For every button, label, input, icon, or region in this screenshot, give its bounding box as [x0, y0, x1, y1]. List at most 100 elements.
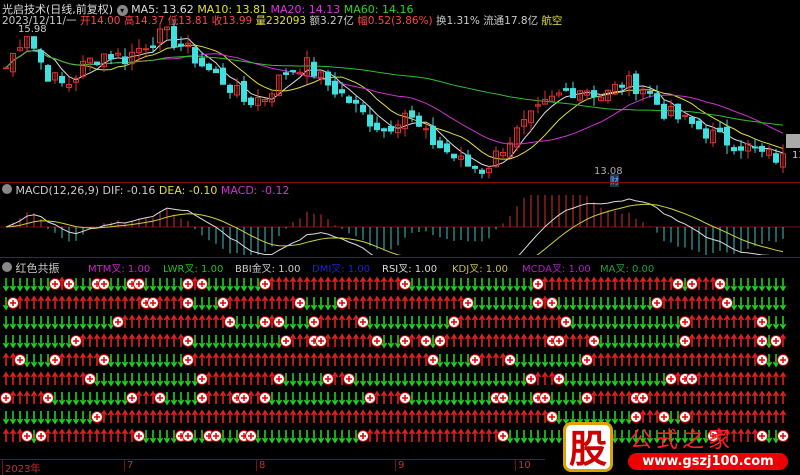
up-arrow-icon — [198, 409, 206, 423]
dropdown-icon[interactable] — [2, 184, 12, 194]
up-arrow-icon — [660, 390, 668, 404]
down-arrow-icon — [569, 297, 577, 311]
up-arrow-icon — [485, 314, 493, 328]
up-arrow-icon — [625, 352, 633, 366]
up-arrow-icon — [737, 352, 745, 366]
dropdown-icon[interactable] — [2, 262, 12, 272]
up-arrow-icon — [58, 371, 66, 385]
down-arrow-icon — [548, 430, 556, 444]
up-arrow-icon — [492, 352, 500, 366]
down-arrow-icon — [345, 430, 353, 444]
up-arrow-icon — [93, 428, 101, 442]
up-arrow-icon — [128, 333, 136, 347]
down-arrow-icon — [751, 278, 759, 292]
down-arrow-icon — [268, 430, 276, 444]
signal-value: BBI金叉: 1.00 — [235, 264, 301, 275]
up-arrow-icon — [163, 333, 171, 347]
up-arrow-icon — [177, 409, 185, 423]
up-arrow-icon — [408, 409, 416, 423]
down-arrow-icon — [100, 392, 108, 406]
up-arrow-icon — [765, 390, 773, 404]
up-arrow-icon — [352, 295, 360, 309]
axis-line — [0, 459, 545, 460]
up-arrow-icon — [534, 314, 542, 328]
down-arrow-icon — [9, 316, 17, 330]
up-arrow-icon — [247, 352, 255, 366]
up-arrow-icon — [520, 333, 528, 347]
up-arrow-icon — [142, 333, 150, 347]
candle — [339, 89, 345, 94]
up-arrow-icon — [310, 409, 318, 423]
x-axis-label: 8 — [256, 460, 265, 471]
up-arrow-icon — [310, 276, 318, 290]
up-arrow-icon — [562, 276, 570, 290]
down-arrow-icon — [324, 392, 332, 406]
down-arrow-icon — [289, 373, 297, 387]
candle — [3, 67, 9, 70]
up-arrow-icon — [240, 409, 248, 423]
up-arrow-icon — [506, 409, 514, 423]
down-arrow-icon — [394, 373, 402, 387]
up-arrow-icon — [331, 333, 339, 347]
up-arrow-icon — [247, 295, 255, 309]
up-arrow-icon — [639, 352, 647, 366]
down-arrow-icon — [415, 316, 423, 330]
up-arrow-icon — [737, 333, 745, 347]
down-arrow-icon — [639, 316, 647, 330]
down-arrow-icon — [527, 354, 535, 368]
candle — [570, 88, 576, 99]
up-arrow-icon — [709, 352, 717, 366]
down-arrow-icon — [744, 297, 752, 311]
candlestick-chart[interactable] — [0, 0, 800, 180]
down-arrow-icon — [79, 392, 87, 406]
down-arrow-icon — [135, 373, 143, 387]
up-arrow-icon — [422, 428, 430, 442]
down-arrow-icon — [44, 335, 52, 349]
down-arrow-icon — [212, 335, 220, 349]
down-arrow-icon — [492, 373, 500, 387]
up-arrow-icon — [709, 390, 717, 404]
up-arrow-icon — [324, 409, 332, 423]
up-arrow-icon — [23, 371, 31, 385]
up-arrow-icon — [191, 314, 199, 328]
up-arrow-icon — [79, 295, 87, 309]
candle — [374, 122, 380, 131]
up-arrow-icon — [716, 333, 724, 347]
down-arrow-icon — [772, 278, 780, 292]
up-arrow-icon — [338, 333, 346, 347]
up-arrow-icon — [415, 409, 423, 423]
down-arrow-icon — [37, 335, 45, 349]
signal-value: MCDA叉: 1.00 — [522, 264, 591, 275]
up-arrow-icon — [352, 352, 360, 366]
up-arrow-icon — [492, 314, 500, 328]
up-arrow-icon — [674, 352, 682, 366]
up-arrow-icon — [100, 333, 108, 347]
down-arrow-icon — [156, 430, 164, 444]
down-arrow-icon — [142, 373, 150, 387]
up-arrow-icon — [261, 409, 269, 423]
up-arrow-icon — [233, 409, 241, 423]
up-arrow-icon — [499, 314, 507, 328]
down-arrow-icon — [79, 316, 87, 330]
down-arrow-icon — [303, 392, 311, 406]
candle — [444, 143, 450, 153]
signal-value: MTM叉: 1.00 — [88, 264, 151, 275]
down-arrow-icon — [79, 278, 87, 292]
up-arrow-icon — [604, 390, 612, 404]
down-arrow-icon — [226, 430, 234, 444]
up-arrow-icon — [618, 352, 626, 366]
financial-event-badge[interactable]: 财 — [610, 174, 620, 187]
down-arrow-icon — [44, 411, 52, 425]
up-arrow-icon — [268, 295, 276, 309]
down-arrow-icon — [506, 278, 514, 292]
up-arrow-icon — [660, 352, 668, 366]
up-arrow-icon — [107, 333, 115, 347]
up-arrow-icon — [702, 371, 710, 385]
up-arrow-icon — [758, 390, 766, 404]
up-arrow-icon — [156, 409, 164, 423]
up-arrow-icon — [667, 390, 675, 404]
down-arrow-icon — [37, 278, 45, 292]
down-arrow-icon — [163, 430, 171, 444]
down-arrow-icon — [653, 316, 661, 330]
up-arrow-icon — [772, 390, 780, 404]
